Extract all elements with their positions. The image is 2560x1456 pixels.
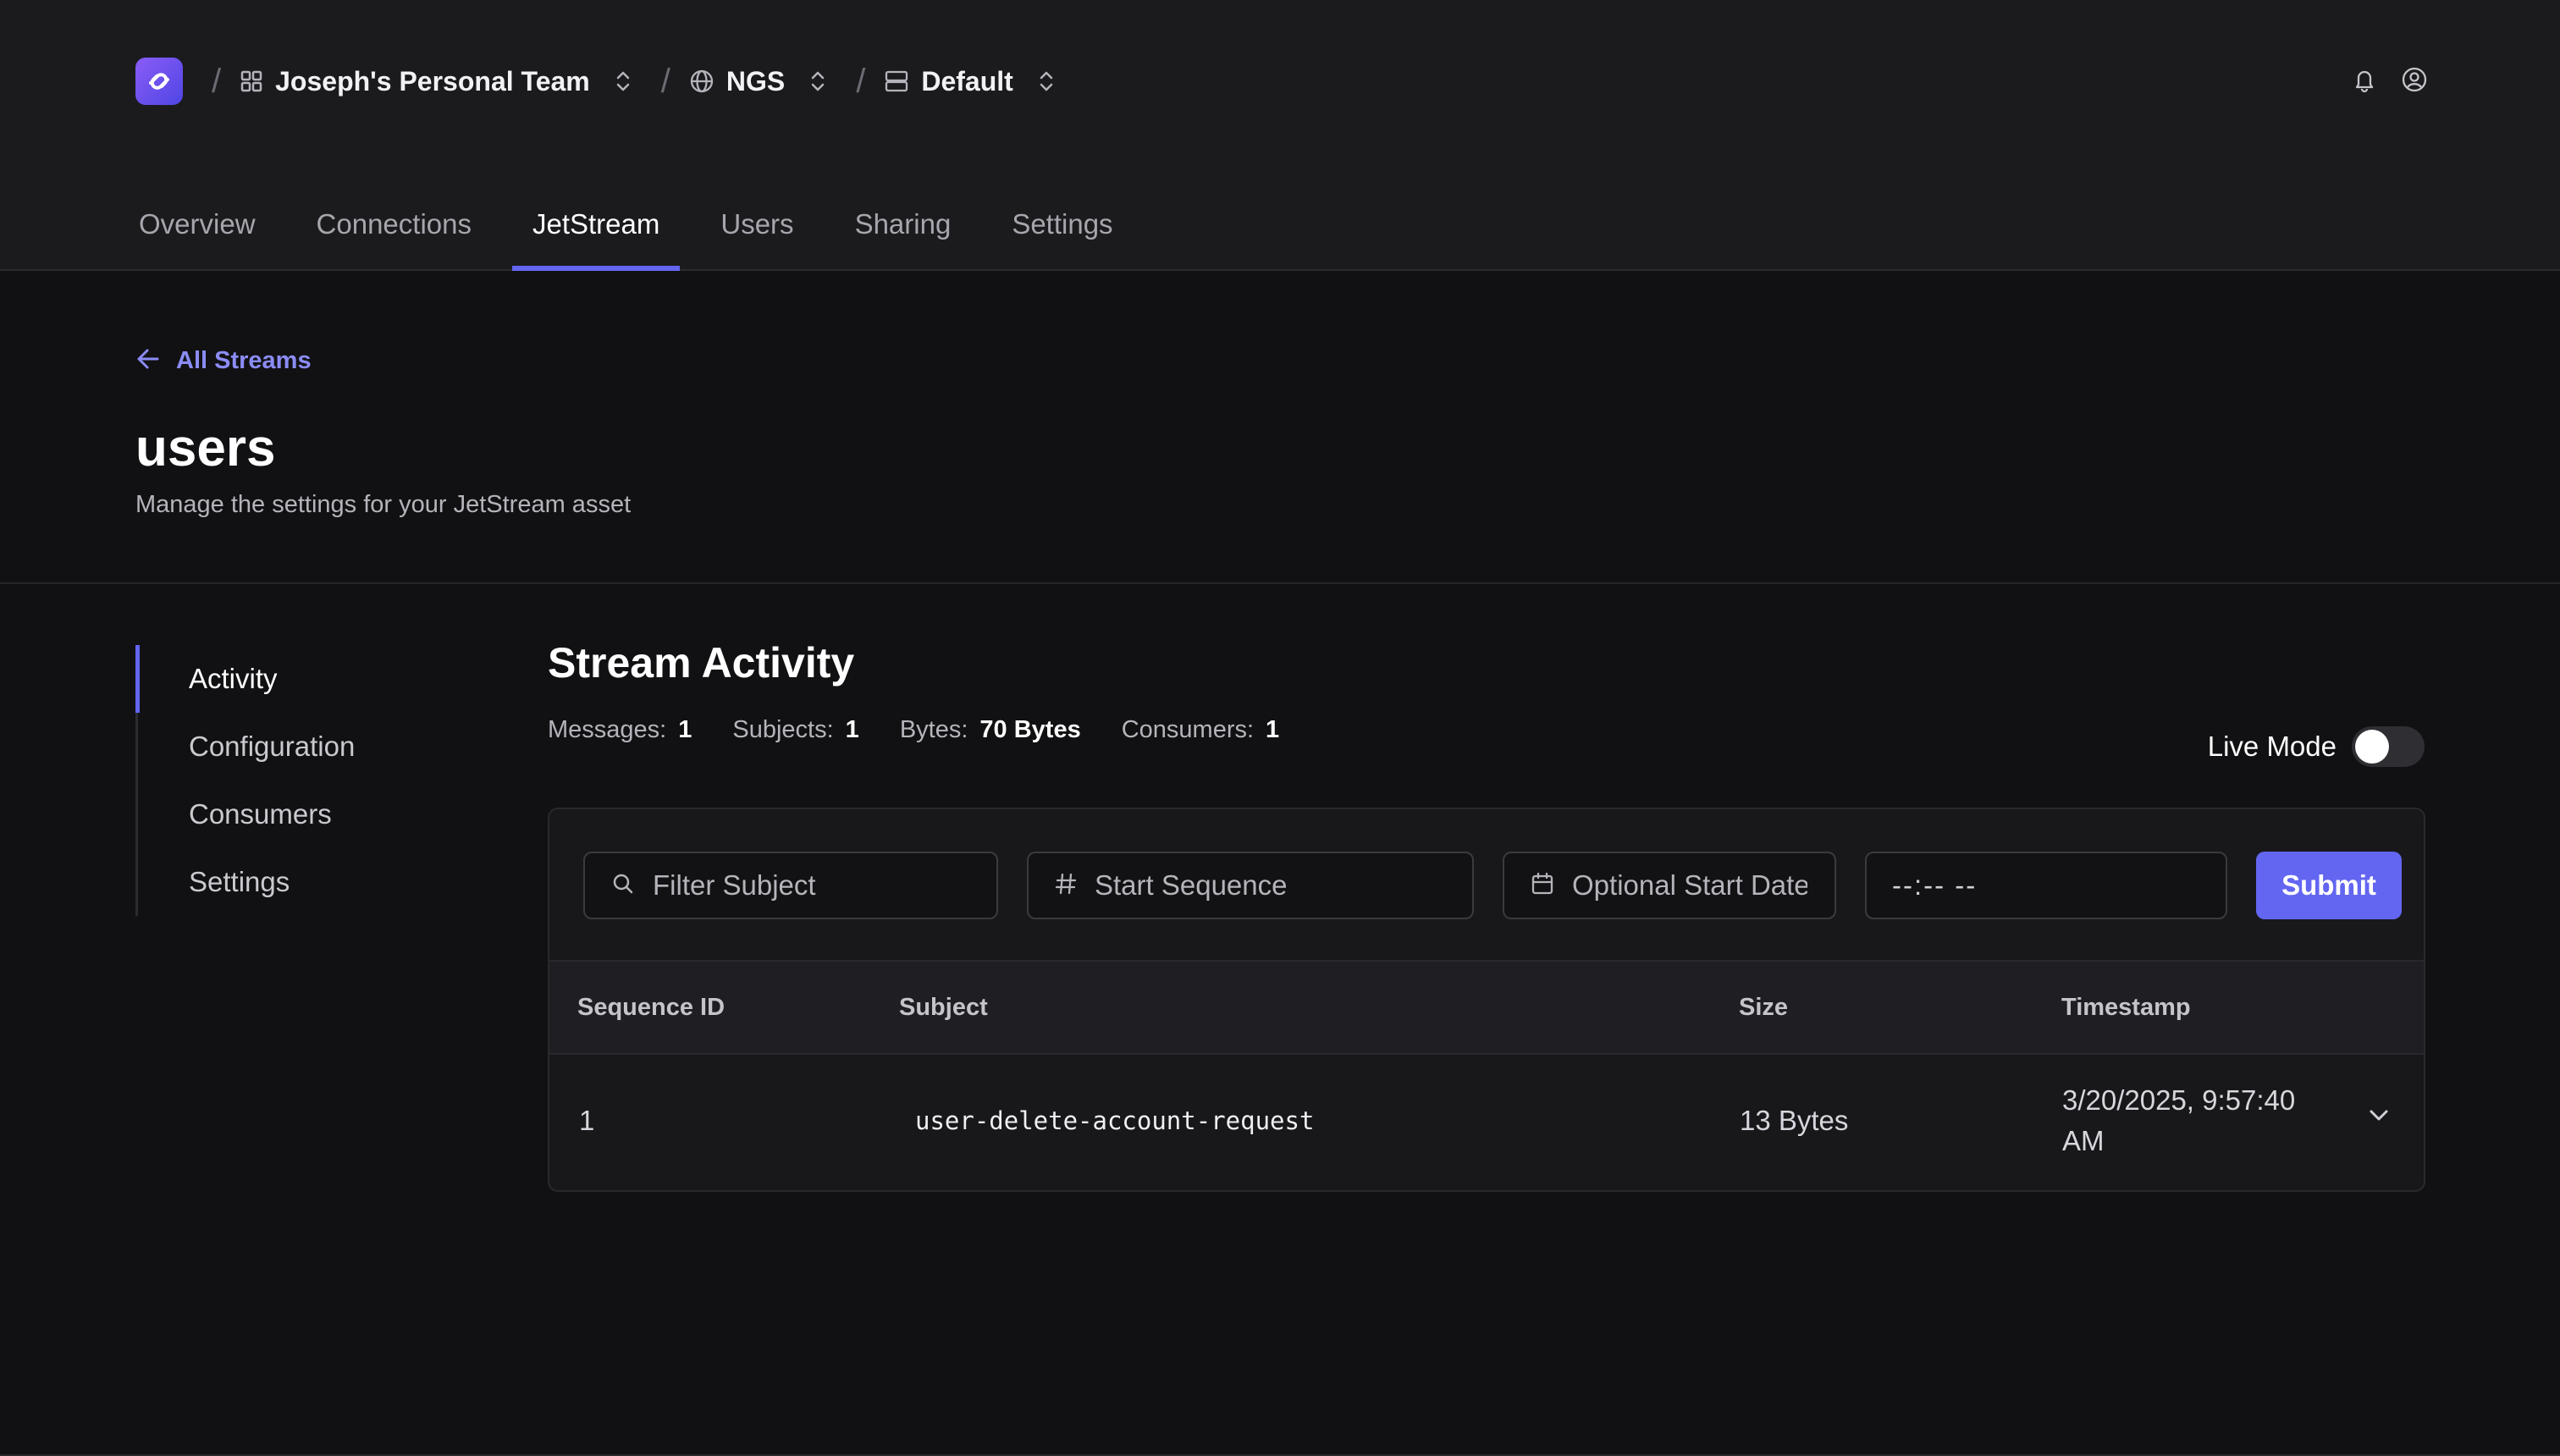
column-header-subject: Subject (899, 993, 988, 1021)
arrow-left-icon (135, 347, 161, 375)
sidenav-item-configuration[interactable]: Configuration (138, 713, 392, 780)
chevron-down-icon[interactable] (2364, 1100, 2393, 1133)
breadcrumb: / Joseph's Personal Team / NGS / Default (135, 56, 1056, 107)
back-link-label: All Streams (176, 347, 312, 374)
filter-subject-input[interactable] (651, 869, 971, 902)
table-header: Sequence ID Subject Size Timestamp (549, 960, 2424, 1055)
tab-connections[interactable]: Connections (296, 196, 492, 269)
stat-label: Consumers: (1121, 716, 1255, 743)
stat-value: 1 (845, 716, 859, 743)
stat-label: Subjects: (732, 716, 834, 743)
column-header-size: Size (1739, 993, 1789, 1021)
stat-value: 70 Bytes (979, 716, 1081, 743)
sidenav-item-settings[interactable]: Settings (138, 848, 392, 916)
team-name: Joseph's Personal Team (275, 65, 590, 97)
cell-sequence-id: 1 (579, 1105, 595, 1136)
submit-button[interactable]: Submit (2256, 852, 2402, 919)
live-mode-toggle[interactable] (2352, 726, 2425, 767)
page-title: users (135, 419, 276, 477)
breadcrumb-separator: / (212, 62, 222, 100)
globe-icon (689, 69, 714, 94)
live-mode-label: Live Mode (2207, 731, 2337, 762)
cell-timestamp: 3/20/2025, 9:57:40 AM (2062, 1084, 2296, 1156)
column-header-timestamp: Timestamp (2061, 993, 2191, 1021)
start-sequence-input[interactable] (1093, 869, 1447, 902)
hash-icon (1054, 871, 1078, 901)
section-title: Stream Activity (548, 639, 855, 687)
app-logo[interactable] (135, 58, 183, 105)
chevron-up-down-icon (1037, 69, 1056, 94)
tab-sharing[interactable]: Sharing (835, 196, 972, 269)
chevron-up-down-icon (614, 69, 632, 94)
cell-size: 13 Bytes (1740, 1105, 1849, 1136)
toggle-knob (2355, 730, 2389, 764)
sidenav-item-activity[interactable]: Activity (135, 645, 392, 713)
breadcrumb-separator: / (660, 62, 670, 100)
calendar-icon (1530, 871, 1555, 901)
system-name: NGS (726, 65, 786, 97)
chevron-up-down-icon (808, 69, 827, 94)
stat-bytes: Bytes: 70 Bytes (900, 716, 1081, 744)
back-to-streams-link[interactable]: All Streams (135, 347, 312, 375)
link-logo-icon (149, 73, 169, 90)
bell-icon[interactable] (2352, 66, 2377, 97)
breadcrumb-separator: / (856, 62, 866, 100)
stat-value: 1 (1266, 716, 1280, 743)
filter-bar: --:-- -- Submit (583, 852, 2402, 919)
stat-consumers: Consumers: 1 (1122, 716, 1279, 744)
stat-label: Bytes: (899, 716, 968, 743)
column-header-sequence-id: Sequence ID (577, 993, 726, 1021)
activity-panel: --:-- -- Submit Sequence ID Subject Size… (548, 808, 2425, 1192)
system-selector[interactable]: NGS (689, 66, 827, 97)
start-sequence-field (1027, 852, 1474, 919)
stat-label: Messages: (548, 716, 667, 743)
stat-messages: Messages: 1 (548, 716, 692, 744)
section-divider (0, 582, 2560, 584)
grid-icon (240, 69, 263, 93)
start-date-field[interactable] (1503, 852, 1836, 919)
team-selector[interactable]: Joseph's Personal Team (240, 66, 632, 97)
stat-subjects: Subjects: 1 (732, 716, 858, 744)
live-mode-control: Live Mode (2208, 726, 2425, 767)
cell-subject: user-delete-account-request (915, 1106, 1315, 1135)
tab-settings[interactable]: Settings (991, 196, 1133, 269)
tab-users[interactable]: Users (700, 196, 814, 269)
main-tabs: Overview Connections JetStream Users Sha… (119, 196, 1154, 271)
top-header: / Joseph's Personal Team / NGS / Default… (0, 0, 2560, 271)
filter-subject-field (583, 852, 998, 919)
sidenav-item-consumers[interactable]: Consumers (138, 780, 392, 848)
start-time-field[interactable]: --:-- -- (1865, 852, 2227, 919)
tab-overview[interactable]: Overview (119, 196, 276, 269)
page-subtitle: Manage the settings for your JetStream a… (135, 491, 632, 518)
user-account-icon[interactable] (2401, 66, 2428, 97)
stream-stats: Messages: 1 Subjects: 1 Bytes: 70 Bytes … (548, 716, 1279, 744)
account-selector[interactable]: Default (884, 66, 1055, 97)
start-date-input[interactable] (1570, 869, 1809, 902)
account-name: Default (921, 65, 1013, 97)
table-row[interactable]: 1 user-delete-account-request 13 Bytes 3… (549, 1053, 2424, 1189)
server-icon (884, 69, 909, 94)
tab-jetstream[interactable]: JetStream (511, 196, 681, 271)
stat-value: 1 (678, 716, 692, 743)
search-icon (610, 871, 636, 901)
stream-side-nav: Activity Configuration Consumers Setting… (135, 645, 392, 916)
header-actions (2352, 66, 2428, 97)
time-input-placeholder: --:-- -- (1892, 869, 1978, 901)
